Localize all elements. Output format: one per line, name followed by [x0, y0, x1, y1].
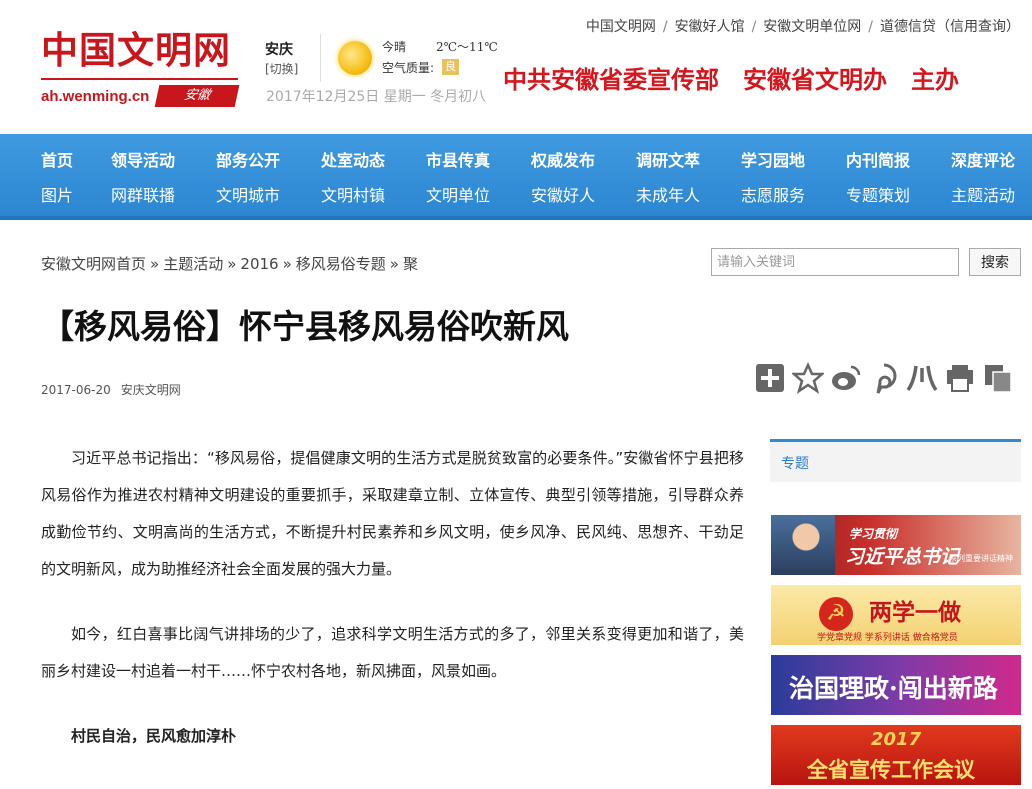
- nav-item-civilized-city[interactable]: 文明城市: [216, 183, 321, 213]
- nav-item-civilized-unit[interactable]: 文明单位: [426, 183, 531, 213]
- sponsor-slogan: 中共安徽省委宣传部 安徽省文明办 主办: [503, 60, 983, 95]
- nav-item-network[interactable]: 网群联播: [111, 183, 216, 213]
- article-title: 【移风易俗】怀宁县移风易俗吹新风: [41, 307, 569, 346]
- logo-domain: ah.wenming.cn: [41, 88, 150, 105]
- nav-item-civilized-village[interactable]: 文明村镇: [321, 183, 426, 213]
- nav-item-bulletin[interactable]: 内刊简报: [846, 148, 951, 178]
- nav-item-office-news[interactable]: 处室动态: [321, 148, 426, 178]
- logo-region-badge: 安徽: [154, 85, 240, 107]
- nav-item-official-release[interactable]: 权威发布: [531, 148, 636, 178]
- top-link-wenming[interactable]: 中国文明网: [586, 19, 656, 35]
- site-logo[interactable]: 中国文明网 ah.wenming.cn 安徽: [41, 28, 241, 112]
- banner-text: 学习贯彻: [849, 527, 898, 541]
- sunny-icon: [338, 41, 372, 75]
- banner-text: 全省宣传工作会议: [807, 758, 975, 782]
- nav-item-special-topics[interactable]: 专题策划: [846, 183, 951, 213]
- nav-row-secondary: 图片 网群联播 文明城市 文明村镇 文明单位 安徽好人 未成年人 志愿服务 专题…: [41, 183, 1032, 213]
- breadcrumb-separator: »: [282, 255, 292, 273]
- breadcrumb-separator: »: [389, 255, 399, 273]
- sidebar-tab[interactable]: 专题: [770, 442, 1021, 482]
- banner-xi-speeches[interactable]: 学习贯彻 习近平总书记 系列重要讲话精神: [771, 515, 1021, 575]
- search-input[interactable]: [711, 248, 959, 276]
- banner-governance[interactable]: 治国理政·闯出新路: [771, 655, 1021, 715]
- article-paragraph: 习近平总书记指出：“移风易俗，提倡健康文明的生活方式是脱贫致富的必要条件。”安徽…: [41, 449, 744, 578]
- nav-item-volunteer[interactable]: 志愿服务: [741, 183, 846, 213]
- nav-item-county-news[interactable]: 市县传真: [426, 148, 531, 178]
- banner-text: 学党章党规 学系列讲话 做合格党员: [817, 633, 958, 643]
- article-date: 2017-06-20: [41, 383, 111, 397]
- nav-item-department[interactable]: 部务公开: [216, 148, 321, 178]
- article-meta: 2017-06-20 安庆文明网: [41, 381, 191, 398]
- divider: [320, 34, 321, 82]
- nav-row-primary: 首页 领导活动 部务公开 处室动态 市县传真 权威发布 调研文萃 学习园地 内刊…: [41, 148, 1032, 178]
- current-date: 2017年12月25日 星期一 冬月初八: [266, 89, 487, 105]
- banner-propaganda-conference[interactable]: 2017 全省宣传工作会议: [771, 725, 1021, 785]
- plus-icon[interactable]: [754, 362, 786, 394]
- city-name: 安庆: [265, 42, 293, 58]
- banner-text: 两学一做: [869, 600, 961, 626]
- share-toolbar: [754, 362, 1014, 394]
- site-header: 中国文明网 ah.wenming.cn 安徽 安庆 [切换] 今晴 2℃～11℃…: [0, 0, 1032, 134]
- city-switch-link[interactable]: [切换]: [265, 60, 298, 77]
- nav-item-theme-events[interactable]: 主题活动: [951, 183, 1032, 213]
- search-button[interactable]: 搜索: [969, 248, 1021, 276]
- article-subheading: 村民自治，民风愈加淳朴: [71, 727, 237, 745]
- logo-title: 中国文明网: [41, 28, 231, 72]
- nav-item-minors[interactable]: 未成年人: [636, 183, 741, 213]
- article-source[interactable]: 安庆文明网: [121, 383, 181, 397]
- article-paragraph: 如今，红白喜事比阔气讲排场的少了，追求科学文明生活方式的多了，邻里关系变得更加和…: [41, 625, 744, 680]
- top-link-good-people[interactable]: 安徽好人馆: [675, 19, 745, 35]
- weibo-icon[interactable]: [830, 362, 862, 394]
- top-links: 中国文明网 / 安徽好人馆 / 安徽文明单位网 / 道德信贷（信用查询）: [586, 16, 1020, 36]
- weather-temperature: 2℃～11℃: [436, 40, 498, 54]
- air-quality-label: 空气质量:: [382, 61, 435, 75]
- top-link-moral-credit[interactable]: 道德信贷（信用查询）: [880, 19, 1020, 35]
- breadcrumb: 安徽文明网首页» 主题活动» 2016» 移风易俗专题» 聚: [41, 253, 418, 274]
- breadcrumb-current[interactable]: 聚: [403, 255, 418, 273]
- nav-item-commentary[interactable]: 深度评论: [951, 148, 1032, 178]
- logo-divider: [41, 78, 238, 80]
- slogan-part: 主办: [911, 66, 959, 94]
- banner-text: 习近平总书记: [845, 546, 960, 568]
- pinterest-icon[interactable]: [868, 362, 900, 394]
- breadcrumb-topic[interactable]: 移风易俗专题: [296, 255, 386, 273]
- nav-item-anhui-good-people[interactable]: 安徽好人: [531, 183, 636, 213]
- banner-text: 治国理政·闯出新路: [789, 674, 998, 703]
- breadcrumb-separator: »: [150, 255, 160, 273]
- nav-item-leaders[interactable]: 领导活动: [111, 148, 216, 178]
- weather-condition: 今晴: [382, 40, 407, 54]
- article-body: 习近平总书记指出：“移风易俗，提倡健康文明的生活方式是脱贫致富的必要条件。”安徽…: [41, 440, 744, 783]
- slogan-part: 中共安徽省委宣传部: [503, 66, 719, 94]
- portrait-image: [771, 515, 835, 575]
- separator: /: [868, 19, 873, 35]
- breadcrumb-year[interactable]: 2016: [240, 255, 278, 273]
- banner-text: 2017: [871, 729, 922, 750]
- main-nav: 首页 领导活动 部务公开 处室动态 市县传真 权威发布 调研文萃 学习园地 内刊…: [0, 134, 1032, 220]
- print-icon[interactable]: [944, 362, 976, 394]
- breadcrumb-theme[interactable]: 主题活动: [163, 255, 223, 273]
- nav-item-home[interactable]: 首页: [41, 148, 111, 178]
- separator: /: [751, 19, 757, 35]
- air-quality-badge: 良: [442, 59, 459, 75]
- party-emblem-icon: ☭: [819, 597, 853, 631]
- copy-icon[interactable]: [982, 362, 1014, 394]
- top-link-civilized-units[interactable]: 安徽文明单位网: [763, 19, 861, 35]
- slogan-part: 安徽省文明办: [743, 66, 887, 94]
- breadcrumb-home[interactable]: 安徽文明网首页: [41, 255, 146, 273]
- separator: /: [662, 19, 668, 35]
- nav-item-research[interactable]: 调研文萃: [636, 148, 741, 178]
- renren-icon[interactable]: [906, 362, 938, 394]
- sidebar-tab-label: 专题: [781, 456, 809, 472]
- nav-item-study[interactable]: 学习园地: [741, 148, 846, 178]
- star-icon[interactable]: [792, 362, 824, 394]
- banner-text: 系列重要讲话精神: [949, 554, 1013, 563]
- banner-two-studies[interactable]: ☭ 两学一做 学党章党规 学系列讲话 做合格党员: [771, 585, 1021, 645]
- nav-item-pictures[interactable]: 图片: [41, 183, 111, 213]
- breadcrumb-separator: »: [227, 255, 237, 273]
